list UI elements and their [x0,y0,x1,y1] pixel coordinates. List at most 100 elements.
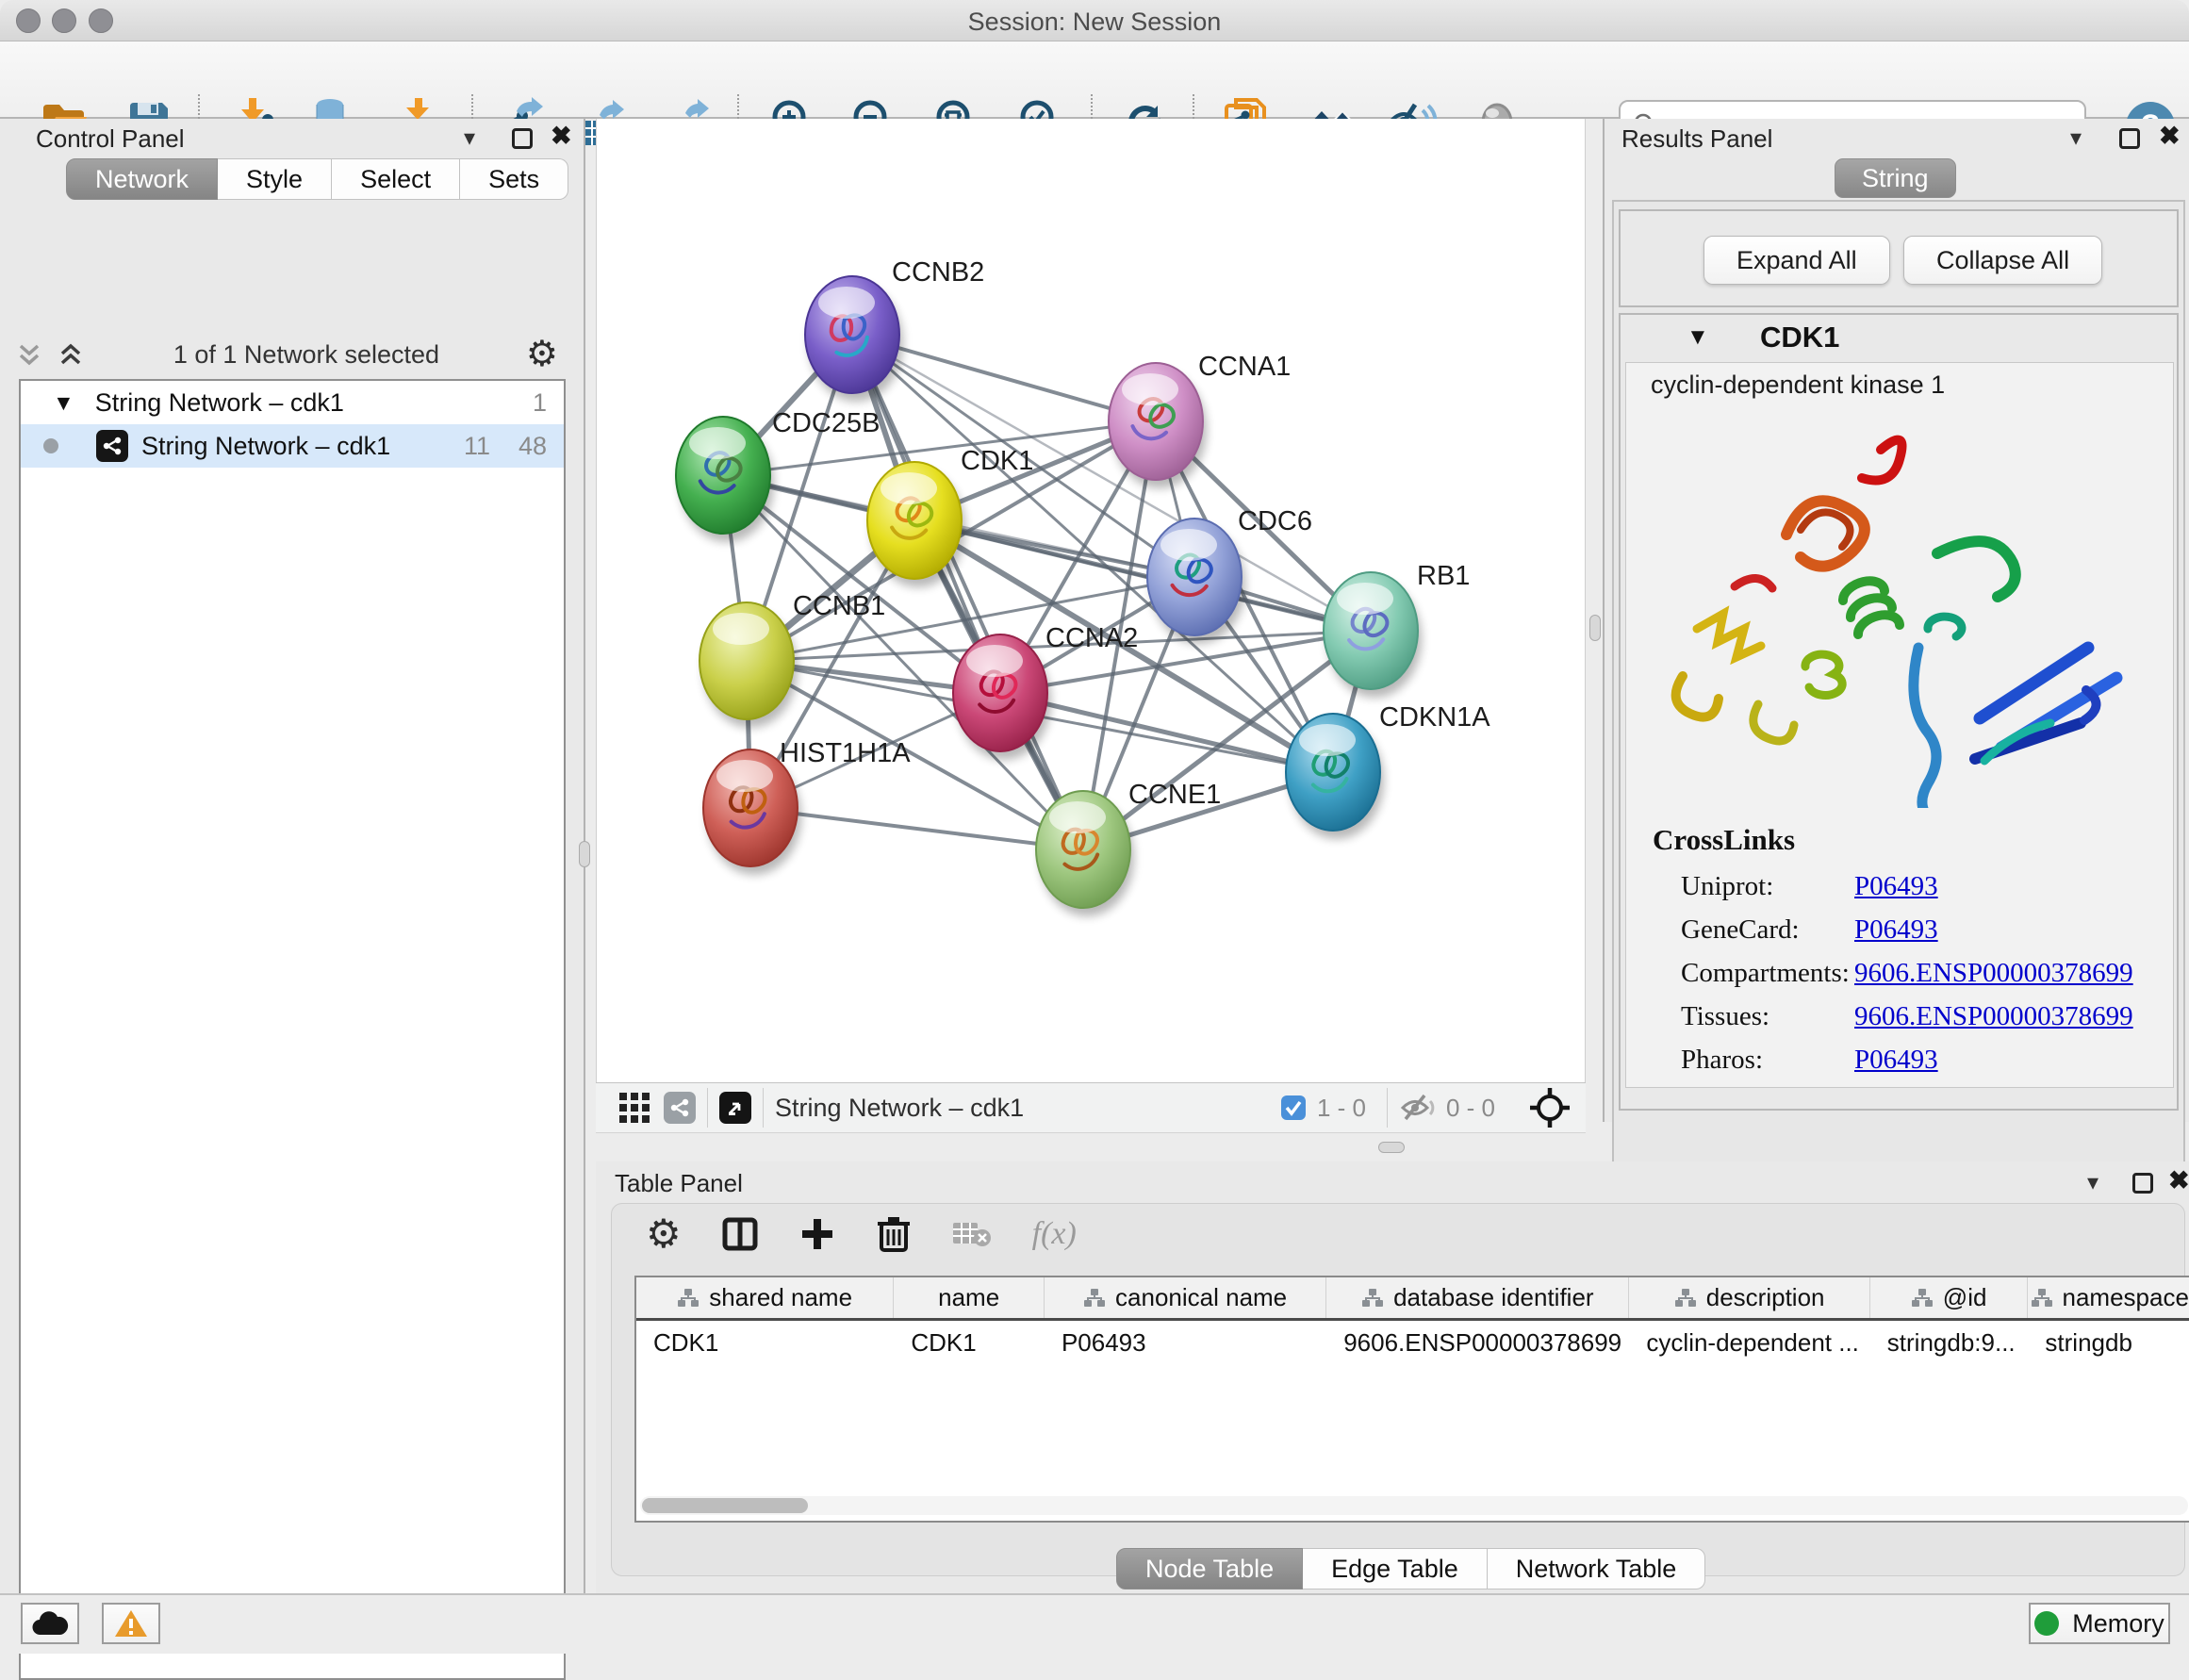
control-panel-tabs: NetworkStyleSelectSets [66,158,568,200]
network-options-gear-icon[interactable]: ⚙ [526,337,558,372]
column-header-name[interactable]: name [894,1277,1045,1318]
crosslink-value-link[interactable]: P06493 [1854,871,1938,902]
control-panel: Control Panel ▾ ✖ NetworkStyleSelectSets… [0,119,585,1593]
table-options-gear-icon[interactable]: ⚙ [646,1214,682,1254]
current-network-dot [43,438,58,453]
fit-selected-crosshair-icon[interactable] [1529,1087,1571,1128]
collapse-all-button[interactable]: Collapse All [1903,236,2102,285]
bottom-splitter-handle[interactable] [1378,1142,1405,1153]
table-cell[interactable]: stringdb:9... [1870,1321,2029,1364]
panel-float-icon[interactable] [2132,1173,2153,1194]
column-header-label: namespace [2063,1283,2189,1312]
gene-section: ▼ CDK1 cyclin-dependent kinase 1 [1619,313,2179,1111]
panel-float-icon[interactable] [512,128,533,149]
crosslink-value-link[interactable]: 9606.ENSP00000378699 [1854,958,2133,989]
gene-caret-icon[interactable]: ▼ [1687,324,1709,351]
tree-caret-icon[interactable]: ▼ [53,390,74,416]
network-node-ccnb2[interactable]: CCNB2 [805,257,984,402]
expand-all-icon[interactable] [55,338,87,371]
delete-column-icon[interactable] [876,1214,912,1254]
panel-collapse-icon[interactable]: ▾ [2087,1169,2098,1196]
left-splitter-handle[interactable] [579,841,590,867]
network-view-title: String Network – cdk1 [775,1094,1024,1123]
network-collection-row[interactable]: ▼ String Network – cdk1 1 [21,381,564,424]
column-header-database-identifier[interactable]: database identifier [1326,1277,1629,1318]
cloud-status-button[interactable] [21,1603,79,1644]
memory-button[interactable]: Memory [2029,1603,2170,1644]
memory-status-dot [2034,1611,2059,1636]
panel-close-icon[interactable]: ✖ [2168,1166,2189,1195]
tab-network-table[interactable]: Network Table [1488,1548,1706,1589]
tab-select[interactable]: Select [332,158,460,200]
birdseye-view-icon[interactable] [719,1092,751,1124]
column-header-@id[interactable]: @id [1870,1277,2029,1318]
add-column-icon[interactable] [798,1215,836,1253]
network-node-cdc6[interactable]: CDC6 [1147,506,1312,644]
tab-network[interactable]: Network [66,158,218,200]
tab-node-table[interactable]: Node Table [1116,1548,1303,1589]
attribute-type-icon [1911,1287,1934,1309]
network-node-cdkn1a[interactable]: CDKN1A [1286,702,1490,839]
right-splitter-handle[interactable] [1589,615,1601,641]
network-canvas[interactable]: CCNB2CCNA1CDC25BCDK1CDC6RB1CCNB1CCNA2CDK… [596,119,1586,1082]
network-node-ccnb1[interactable]: CCNB1 [699,591,885,728]
column-header-canonical-name[interactable]: canonical name [1045,1277,1326,1318]
string-network-icon [96,430,128,462]
network-node-cdc25b[interactable]: CDC25B [676,408,880,542]
crosslink-label: GeneCard: [1681,914,1854,946]
scrollbar-thumb[interactable] [642,1498,808,1513]
status-bar: Memory [0,1593,2189,1654]
network-node-cdk1[interactable]: CDK1 [867,446,1033,587]
attribute-type-icon [2031,1287,2053,1309]
tab-sets[interactable]: Sets [460,158,568,200]
table-header-row: shared namenamecanonical namedatabase id… [636,1277,2189,1321]
table-cell[interactable]: 9606.ENSP00000378699 [1326,1321,1629,1364]
tab-edge-table[interactable]: Edge Table [1303,1548,1488,1589]
column-header-namespace[interactable]: namespace [2028,1277,2189,1318]
crosslinks-section: CrossLinks Uniprot:P06493GeneCard:P06493… [1653,823,2162,1081]
column-header-shared-name[interactable]: shared name [636,1277,894,1318]
network-node-ccne1[interactable]: CCNE1 [1036,780,1221,916]
network-row-selected[interactable]: String Network – cdk1 11 48 [21,424,564,468]
string-network-graph[interactable]: CCNB2CCNA1CDC25BCDK1CDC6RB1CCNB1CCNA2CDK… [597,119,1587,1082]
table-row[interactable]: CDK1CDK1P064939606.ENSP00000378699cyclin… [636,1321,2189,1364]
panel-close-icon[interactable]: ✖ [2159,122,2181,151]
string-results-container: Expand All Collapse All ▼ CDK1 cyclin-de… [1612,200,2185,1229]
horizontal-scrollbar[interactable] [640,1496,2188,1515]
crosslink-row: GeneCard:P06493 [1681,908,2162,951]
table-cell[interactable]: P06493 [1045,1321,1326,1364]
grid-view-icon[interactable] [617,1090,652,1126]
node-label: CCNA1 [1198,352,1291,382]
show-columns-icon[interactable] [721,1215,759,1253]
gene-symbol: CDK1 [1760,321,1839,354]
panel-close-icon[interactable]: ✖ [551,122,572,151]
network-node-rb1[interactable]: RB1 [1324,561,1470,698]
results-panel-title: Results Panel [1621,124,1772,153]
table-cell[interactable]: cyclin-dependent ... [1629,1321,1869,1364]
expand-all-button[interactable]: Expand All [1703,236,1890,285]
tab-string[interactable]: String [1835,158,1956,198]
node-label: CDKN1A [1379,702,1490,733]
table-panel-tabs: Node TableEdge TableNetwork Table [1116,1548,1705,1589]
crosslink-value-link[interactable]: P06493 [1854,1045,1938,1076]
column-header-description[interactable]: description [1629,1277,1869,1318]
window-title: Session: New Session [0,8,2189,37]
selected-checkbox-icon[interactable] [1279,1094,1308,1122]
crosslink-value-link[interactable]: 9606.ENSP00000378699 [1854,1001,2133,1032]
network-node-hist1h1a[interactable]: HIST1H1A [703,738,911,875]
warnings-button[interactable] [102,1603,160,1644]
table-cell[interactable]: CDK1 [636,1321,894,1364]
panel-float-icon[interactable] [2119,128,2140,149]
collapse-all-icon[interactable] [13,338,45,371]
tab-style[interactable]: Style [218,158,332,200]
panel-collapse-icon[interactable]: ▾ [2070,124,2082,152]
panel-collapse-icon[interactable]: ▾ [464,124,475,152]
table-cell[interactable]: stringdb [2028,1321,2189,1364]
network-node-ccna1[interactable]: CCNA1 [1109,352,1291,488]
node-label: CDK1 [961,446,1033,476]
crosslink-value-link[interactable]: P06493 [1854,914,1938,946]
hidden-eye-icon[interactable] [1399,1092,1437,1124]
table-cell[interactable]: CDK1 [894,1321,1045,1364]
attribute-type-icon [677,1287,699,1309]
node-label: CDC25B [772,408,880,438]
